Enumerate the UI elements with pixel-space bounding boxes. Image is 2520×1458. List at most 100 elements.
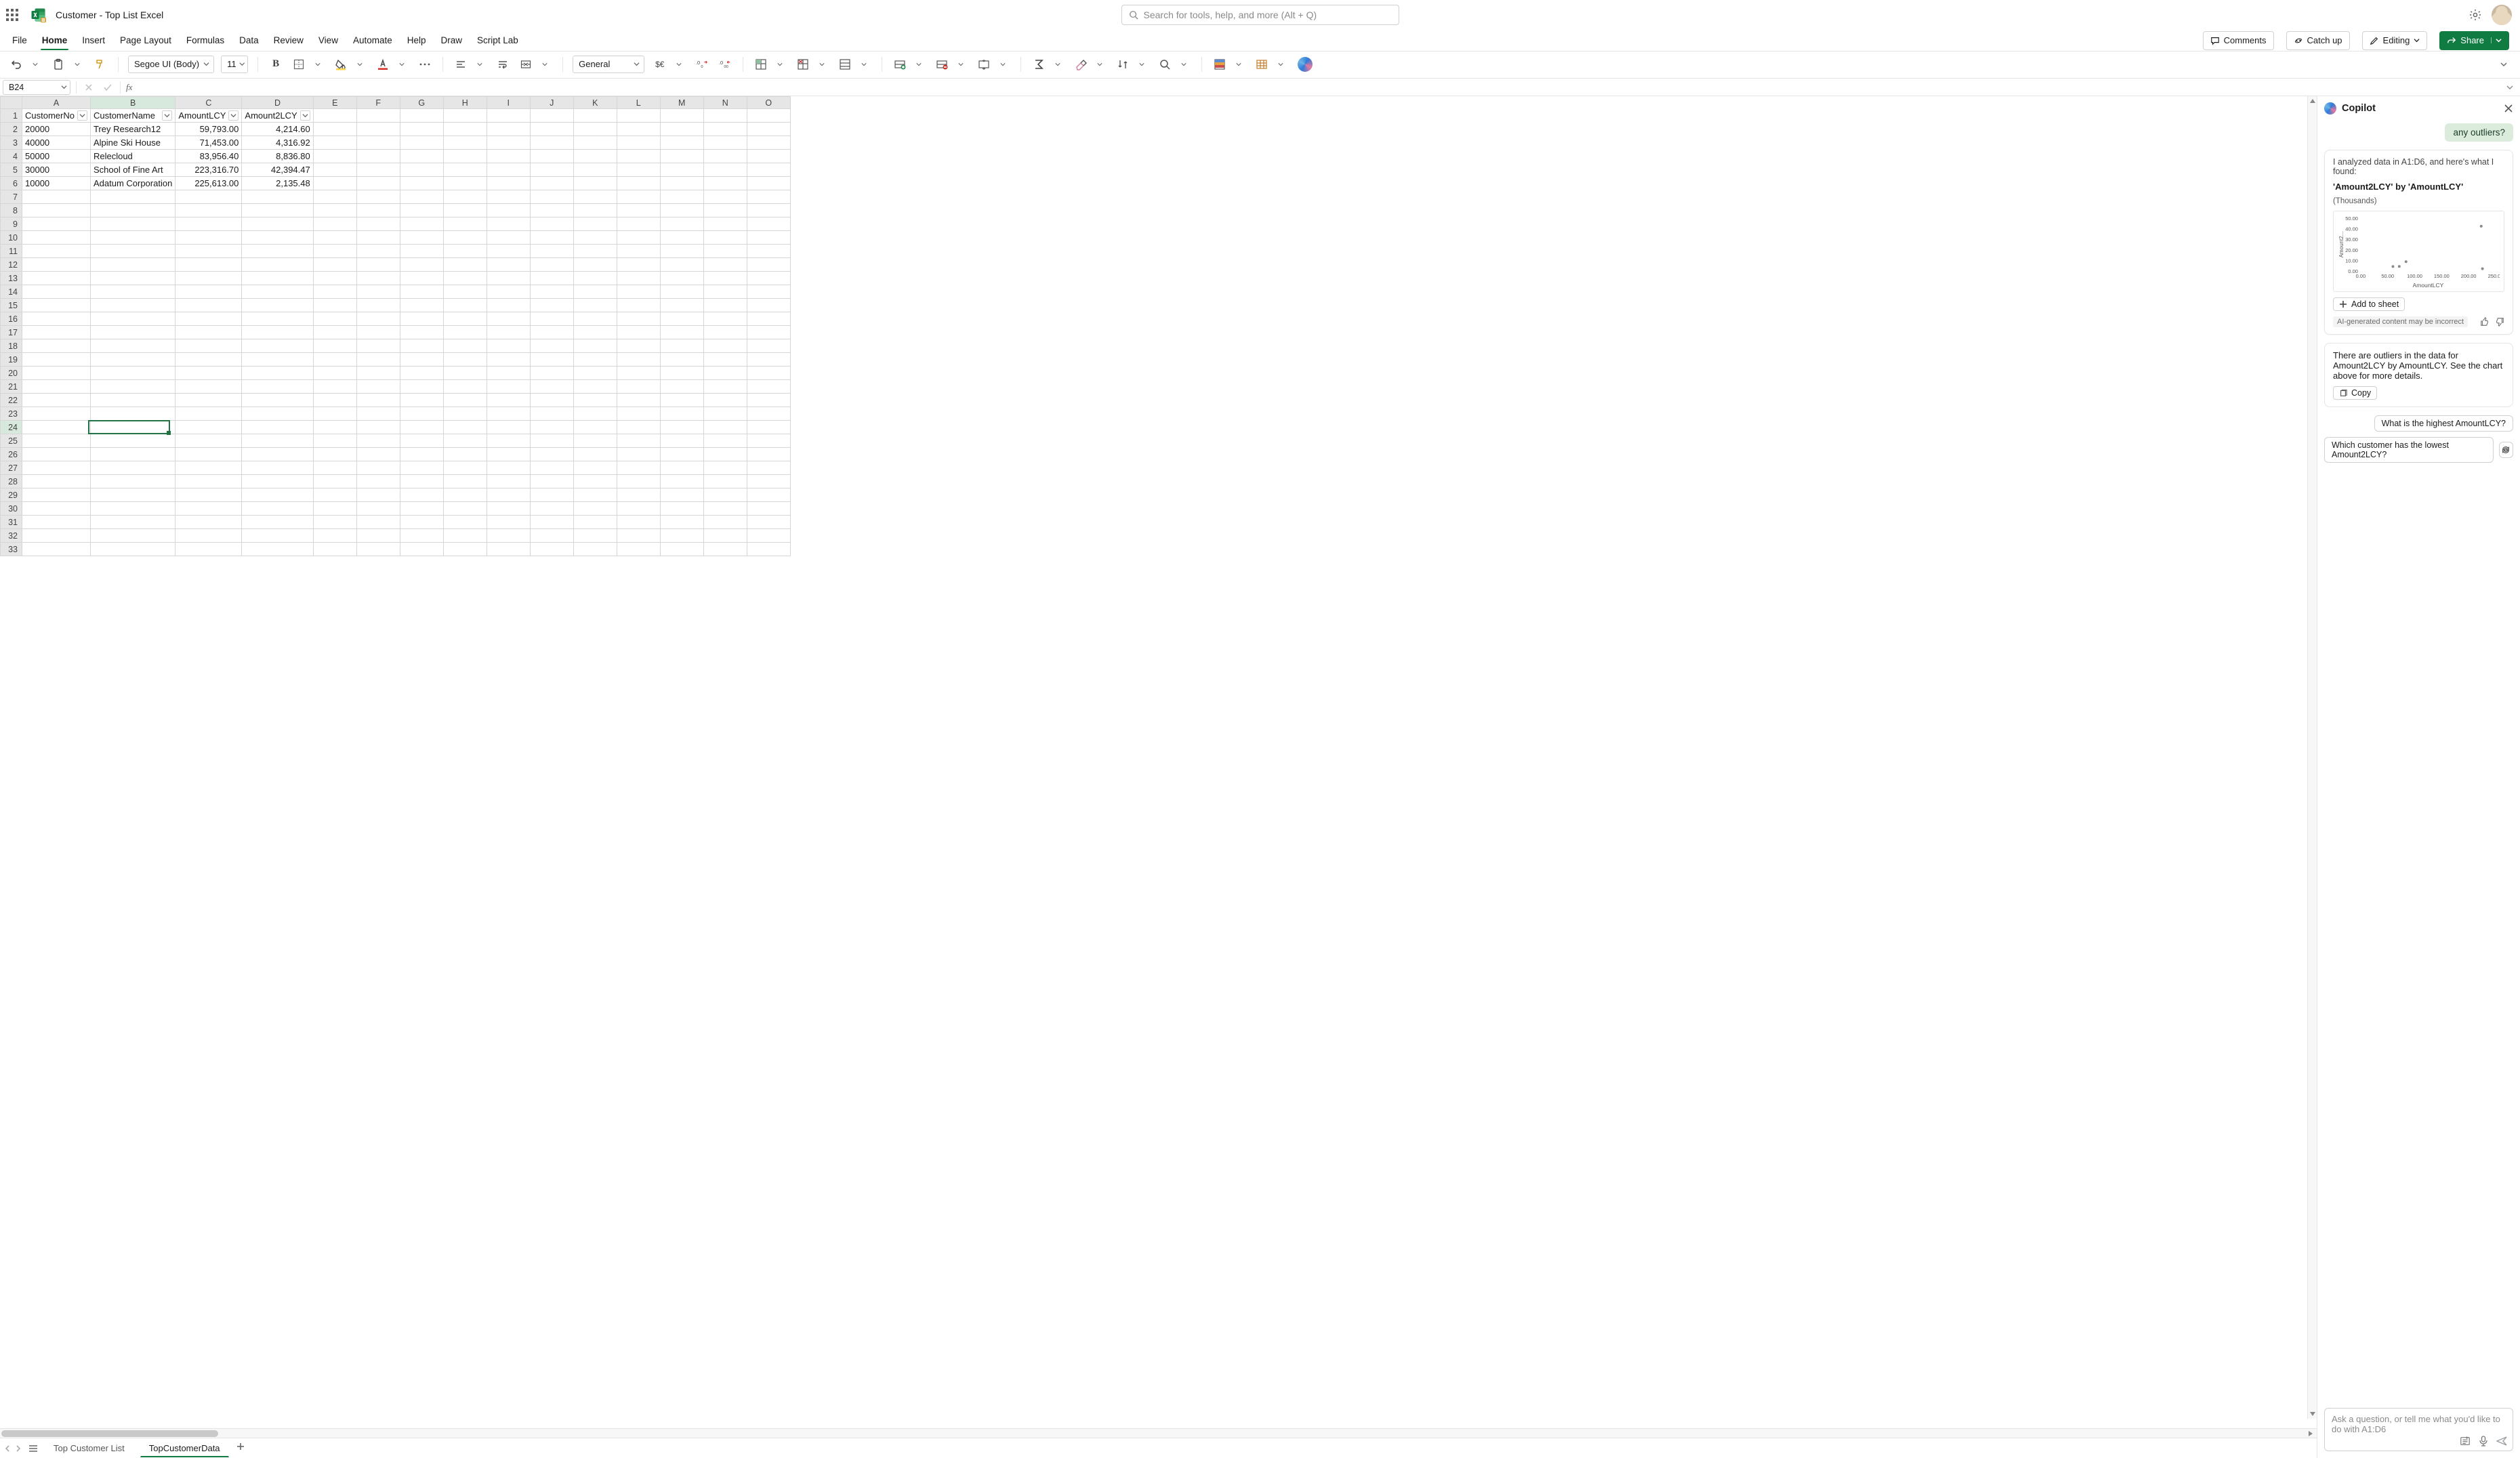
- cell-O21[interactable]: [747, 380, 790, 394]
- cell-M29[interactable]: [660, 488, 703, 502]
- row-header-8[interactable]: 8: [1, 204, 22, 217]
- tab-view[interactable]: View: [317, 31, 339, 49]
- cell-C30[interactable]: [175, 502, 242, 516]
- cell-L13[interactable]: [617, 272, 660, 285]
- cell-D15[interactable]: [242, 299, 313, 312]
- global-search[interactable]: Search for tools, help, and more (Alt + …: [1121, 5, 1399, 25]
- row-header-20[interactable]: 20: [1, 367, 22, 380]
- cell-K16[interactable]: [573, 312, 617, 326]
- user-avatar[interactable]: [2492, 5, 2512, 25]
- cell-C19[interactable]: [175, 353, 242, 367]
- cell-B2[interactable]: Trey Research12: [90, 123, 175, 136]
- cell-O13[interactable]: [747, 272, 790, 285]
- cell-E14[interactable]: [313, 285, 356, 299]
- cell-L30[interactable]: [617, 502, 660, 516]
- cell-B17[interactable]: [90, 326, 175, 339]
- scrollbar-thumb[interactable]: [1, 1430, 218, 1437]
- cell-F21[interactable]: [356, 380, 400, 394]
- cell-G25[interactable]: [400, 434, 443, 448]
- cell-O15[interactable]: [747, 299, 790, 312]
- cell-F18[interactable]: [356, 339, 400, 353]
- cell-A8[interactable]: [22, 204, 91, 217]
- cell-J4[interactable]: [530, 150, 573, 163]
- cell-I3[interactable]: [487, 136, 530, 150]
- cell-B23[interactable]: [90, 407, 175, 421]
- cell-H12[interactable]: [443, 258, 487, 272]
- cell-N18[interactable]: [703, 339, 747, 353]
- borders-split[interactable]: [310, 56, 326, 73]
- cell-B13[interactable]: [90, 272, 175, 285]
- cell-N9[interactable]: [703, 217, 747, 231]
- cell-O4[interactable]: [747, 150, 790, 163]
- cell-L4[interactable]: [617, 150, 660, 163]
- sheet-tab-top-customer-data[interactable]: TopCustomerData: [140, 1440, 229, 1457]
- thumbs-down-button[interactable]: [2495, 317, 2504, 327]
- cell-A32[interactable]: [22, 529, 91, 543]
- cell-A18[interactable]: [22, 339, 91, 353]
- cell-E8[interactable]: [313, 204, 356, 217]
- suggestion-lowest[interactable]: Which customer has the lowest Amount2LCY…: [2324, 437, 2494, 463]
- cell-K22[interactable]: [573, 394, 617, 407]
- column-header-O[interactable]: O: [747, 97, 790, 109]
- document-title[interactable]: Customer - Top List Excel: [56, 9, 163, 20]
- filter-button-customerno[interactable]: [77, 110, 87, 121]
- cell-N11[interactable]: [703, 245, 747, 258]
- delete-row-button[interactable]: [934, 56, 950, 73]
- cell-J2[interactable]: [530, 123, 573, 136]
- cell-H26[interactable]: [443, 448, 487, 461]
- horizontal-scrollbar[interactable]: [0, 1428, 2317, 1438]
- cell-F8[interactable]: [356, 204, 400, 217]
- cell-J18[interactable]: [530, 339, 573, 353]
- cell-K32[interactable]: [573, 529, 617, 543]
- cell-E18[interactable]: [313, 339, 356, 353]
- row-header-11[interactable]: 11: [1, 245, 22, 258]
- row-header-15[interactable]: 15: [1, 299, 22, 312]
- cell-H2[interactable]: [443, 123, 487, 136]
- cell-M18[interactable]: [660, 339, 703, 353]
- delete-row-split[interactable]: [953, 56, 969, 73]
- cell-C15[interactable]: [175, 299, 242, 312]
- cell-G16[interactable]: [400, 312, 443, 326]
- cell-B7[interactable]: [90, 190, 175, 204]
- cell-B27[interactable]: [90, 461, 175, 475]
- cell-E24[interactable]: [313, 421, 356, 434]
- tab-review[interactable]: Review: [272, 31, 305, 49]
- cell-C12[interactable]: [175, 258, 242, 272]
- cell-F20[interactable]: [356, 367, 400, 380]
- cell-K8[interactable]: [573, 204, 617, 217]
- cell-F31[interactable]: [356, 516, 400, 529]
- cell-B10[interactable]: [90, 231, 175, 245]
- cell-D7[interactable]: [242, 190, 313, 204]
- cell-J11[interactable]: [530, 245, 573, 258]
- cell-N15[interactable]: [703, 299, 747, 312]
- cell-D30[interactable]: [242, 502, 313, 516]
- cell-O9[interactable]: [747, 217, 790, 231]
- cell-M9[interactable]: [660, 217, 703, 231]
- cell-I32[interactable]: [487, 529, 530, 543]
- cell-L19[interactable]: [617, 353, 660, 367]
- cell-H21[interactable]: [443, 380, 487, 394]
- cell-B19[interactable]: [90, 353, 175, 367]
- cell-G5[interactable]: [400, 163, 443, 177]
- cell-H9[interactable]: [443, 217, 487, 231]
- cell-H15[interactable]: [443, 299, 487, 312]
- cell-O31[interactable]: [747, 516, 790, 529]
- row-header-16[interactable]: 16: [1, 312, 22, 326]
- cell-F22[interactable]: [356, 394, 400, 407]
- cell-G3[interactable]: [400, 136, 443, 150]
- cell-C10[interactable]: [175, 231, 242, 245]
- cell-B24[interactable]: [90, 421, 175, 434]
- cell-D27[interactable]: [242, 461, 313, 475]
- copy-button[interactable]: Copy: [2333, 386, 2377, 400]
- cell-M7[interactable]: [660, 190, 703, 204]
- cell-I33[interactable]: [487, 543, 530, 556]
- sheet-nav-prev[interactable]: [4, 1445, 11, 1452]
- number-format-select[interactable]: General: [573, 56, 644, 73]
- cell-H20[interactable]: [443, 367, 487, 380]
- column-header-B[interactable]: B: [90, 97, 175, 109]
- cell-A2[interactable]: 20000: [22, 123, 91, 136]
- cell-L26[interactable]: [617, 448, 660, 461]
- cell-M2[interactable]: [660, 123, 703, 136]
- cell-F14[interactable]: [356, 285, 400, 299]
- cell-B28[interactable]: [90, 475, 175, 488]
